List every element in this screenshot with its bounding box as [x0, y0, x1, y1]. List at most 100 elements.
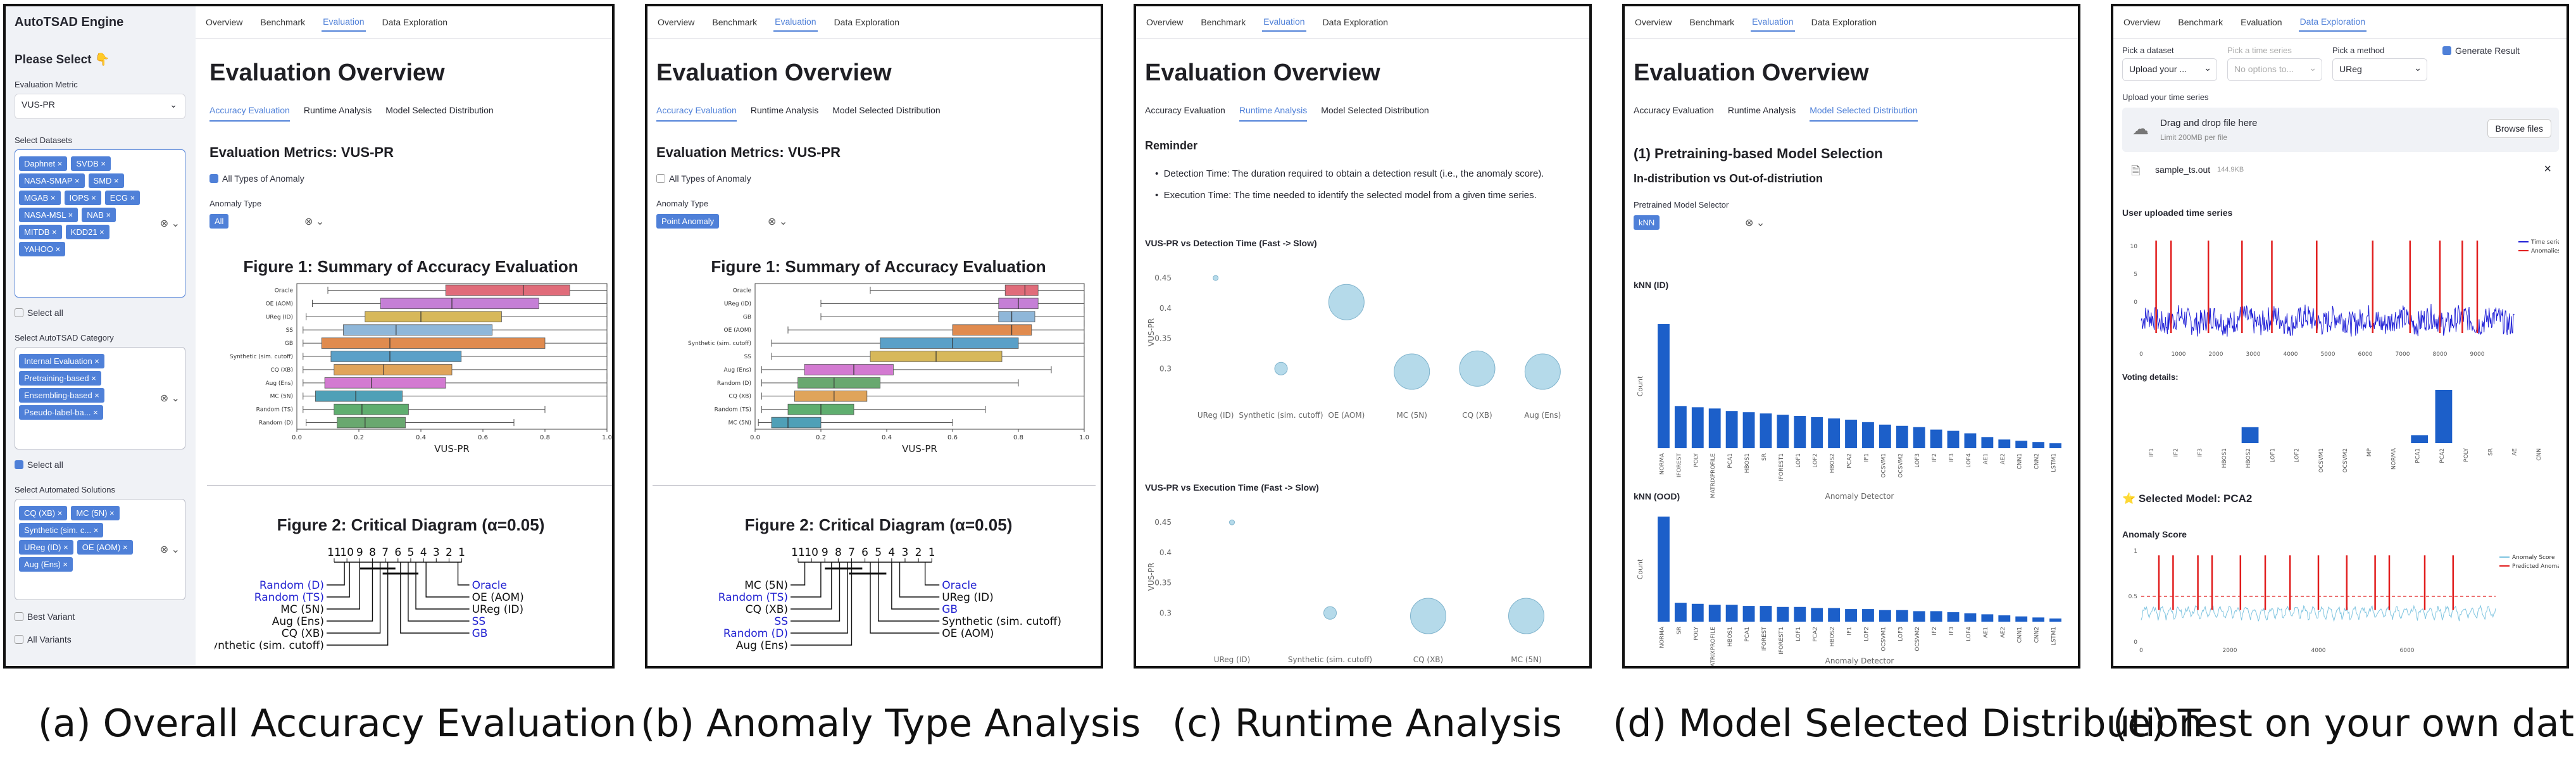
tag-smd[interactable]: SMD × — [88, 173, 124, 188]
tag-ensembling-based[interactable]: Ensembling-based × — [19, 388, 104, 403]
tag-pretraining-based[interactable]: Pretraining-based × — [19, 371, 101, 386]
solutions-multiselect[interactable]: CQ (XB) × MC (5N) × Synthetic (sim. c... ×… — [15, 499, 185, 600]
tag-pseudo-label-ba[interactable]: Pseudo-label-ba... × — [19, 405, 103, 420]
checkbox[interactable] — [15, 635, 23, 644]
nav-evaluation[interactable]: Evaluation — [322, 13, 366, 32]
x-tick-label: 0.6 — [947, 434, 958, 441]
all-types-checkbox[interactable]: All Types of Anomaly — [656, 173, 751, 184]
tag-nasa-msl[interactable]: NASA-MSL × — [19, 208, 78, 222]
tag-mc-5n[interactable]: MC (5N) × — [71, 506, 120, 520]
tab-runtime-analysis[interactable]: Runtime Analysis — [751, 105, 818, 122]
tab-accuracy-evaluation[interactable]: Accuracy Evaluation — [656, 105, 737, 122]
x-tick-label: LOF4 — [1966, 453, 1972, 468]
tab-runtime-analysis[interactable]: Runtime Analysis — [1239, 105, 1308, 122]
nav-overview[interactable]: Overview — [1145, 13, 1184, 31]
series-select[interactable]: No options to... ⌄ — [2227, 58, 2322, 81]
tab-accuracy-evaluation[interactable]: Accuracy Evaluation — [1634, 105, 1714, 122]
all-types-checkbox[interactable]: All Types of Anomaly — [209, 173, 304, 184]
tab-runtime-analysis[interactable]: Runtime Analysis — [1728, 105, 1796, 122]
checkbox[interactable] — [209, 174, 218, 183]
nav-benchmark[interactable]: Benchmark — [1199, 13, 1247, 31]
clear-icon[interactable]: ⊗ ⌄ — [160, 543, 180, 556]
select-all-datasets[interactable]: Select all — [15, 308, 63, 318]
tag-cq-xb[interactable]: CQ (XB) × — [19, 506, 68, 520]
category-multiselect[interactable]: Internal Evaluation × Pretraining-based ×… — [15, 347, 185, 449]
tag-kdd21[interactable]: KDD21 × — [65, 225, 109, 239]
checkbox[interactable] — [2442, 46, 2451, 55]
tag-iops[interactable]: IOPS × — [64, 191, 101, 205]
nav-data-exploration[interactable]: Data Exploration — [1322, 13, 1390, 31]
nav-overview[interactable]: Overview — [204, 13, 244, 31]
nav-evaluation[interactable]: Evaluation — [1262, 13, 1306, 32]
tag-mgab[interactable]: MGAB × — [19, 191, 61, 205]
tag-ecg[interactable]: ECG × — [104, 191, 141, 205]
x-tick-label: OCSVM1 — [2318, 448, 2325, 473]
tag-ureg-id[interactable]: UReg (ID) × — [19, 540, 73, 555]
tag-nab[interactable]: NAB × — [82, 208, 116, 222]
tag-mitdb[interactable]: MITDB × — [19, 225, 62, 239]
select-all-categories[interactable]: Select all — [15, 460, 63, 470]
clear-icon[interactable]: ⊗ ⌄ — [768, 215, 787, 228]
bar — [1674, 406, 1687, 448]
tab-model-selected-distribution[interactable]: Model Selected Distribution — [385, 105, 493, 122]
clear-icon[interactable]: ⊗ ⌄ — [1745, 217, 1765, 229]
tag-all[interactable]: All — [209, 214, 229, 229]
nav-overview[interactable]: Overview — [656, 13, 696, 31]
close-icon[interactable]: × — [2544, 162, 2551, 177]
tag-yahoo[interactable]: YAHOO × — [19, 242, 66, 256]
tab-model-selected-distribution[interactable]: Model Selected Distribution — [1810, 105, 1918, 122]
tag-nasa-smap[interactable]: NASA-SMAP × — [19, 173, 85, 188]
method-select[interactable]: UReg ⌄ — [2332, 58, 2427, 81]
tag-synthetic-sim-c[interactable]: Synthetic (sim. c... × — [19, 523, 104, 537]
model-selector[interactable]: kNN ⊗ ⌄ — [1634, 213, 1785, 234]
checkbox[interactable] — [15, 612, 23, 621]
eval-metric-select[interactable]: VUS-PR ⌄ — [15, 94, 185, 119]
dataset-select[interactable]: Upload your ... ⌄ — [2122, 58, 2217, 81]
checkbox[interactable] — [656, 174, 665, 183]
datasets-multiselect[interactable]: Daphnet × SVDB × NASA-SMAP × SMD × MGAB × IOP… — [15, 149, 185, 298]
browse-files-button[interactable]: Browse files — [2487, 119, 2551, 138]
file-dropzone[interactable]: ☁ Drag and drop file here Limit 200MB pe… — [2122, 108, 2559, 152]
clear-icon[interactable]: ⊗ ⌄ — [304, 215, 324, 228]
tag-internal-evaluation[interactable]: Internal Evaluation × — [19, 354, 104, 368]
best-variant-checkbox[interactable]: Best Variant — [15, 612, 75, 622]
nav-evaluation[interactable]: Evaluation — [1751, 13, 1795, 32]
cd-method-label: GB — [472, 627, 488, 640]
datasets-label: Select Datasets — [15, 135, 73, 145]
x-tick-label: OCSVM2 — [1898, 453, 1904, 478]
tag-daphnet[interactable]: Daphnet × — [19, 156, 68, 171]
clear-icon[interactable]: ⊗ ⌄ — [160, 217, 180, 230]
nav-overview[interactable]: Overview — [2122, 13, 2161, 31]
bar — [1691, 407, 1704, 448]
checkbox[interactable] — [15, 460, 23, 469]
tag-svdb[interactable]: SVDB × — [71, 156, 111, 171]
checkbox[interactable] — [15, 308, 23, 317]
nav-evaluation[interactable]: Evaluation — [773, 13, 818, 32]
tag-oe-aom[interactable]: OE (AOM) × — [77, 540, 133, 555]
tab-model-selected-distribution[interactable]: Model Selected Distribution — [832, 105, 940, 122]
tag-aug-ens[interactable]: Aug (Ens) × — [19, 557, 73, 572]
clear-icon[interactable]: ⊗ ⌄ — [160, 392, 180, 405]
nav-evaluation[interactable]: Evaluation — [2239, 13, 2283, 31]
x-tick-label: LOF2 — [1813, 453, 1819, 468]
tab-runtime-analysis[interactable]: Runtime Analysis — [304, 105, 372, 122]
nav-data-exploration[interactable]: Data Exploration — [1810, 13, 1879, 31]
all-variants-checkbox[interactable]: All Variants — [15, 634, 72, 644]
tab-accuracy-evaluation[interactable]: Accuracy Evaluation — [209, 105, 290, 122]
nav-overview[interactable]: Overview — [1634, 13, 1673, 31]
nav-benchmark[interactable]: Benchmark — [711, 13, 758, 31]
nav-benchmark[interactable]: Benchmark — [259, 13, 306, 31]
nav-benchmark[interactable]: Benchmark — [1688, 13, 1735, 31]
tab-accuracy-evaluation[interactable]: Accuracy Evaluation — [1145, 105, 1225, 122]
generate-result-checkbox[interactable]: Generate Result — [2442, 46, 2520, 56]
nav-data-exploration[interactable]: Data Exploration — [381, 13, 449, 31]
chevron-down-icon: ⌄ — [2309, 63, 2317, 73]
nav-benchmark[interactable]: Benchmark — [2177, 13, 2224, 31]
anomaly-type-select[interactable]: All ⊗ ⌄ — [209, 211, 336, 233]
anomaly-type-select[interactable]: Point Anomaly ⊗ ⌄ — [656, 211, 808, 233]
tag-knn[interactable]: kNN — [1634, 215, 1660, 230]
nav-data-exploration[interactable]: Data Exploration — [2298, 13, 2367, 32]
tab-model-selected-distribution[interactable]: Model Selected Distribution — [1321, 105, 1429, 122]
tag-point-anomaly[interactable]: Point Anomaly — [656, 214, 720, 229]
nav-data-exploration[interactable]: Data Exploration — [833, 13, 901, 31]
